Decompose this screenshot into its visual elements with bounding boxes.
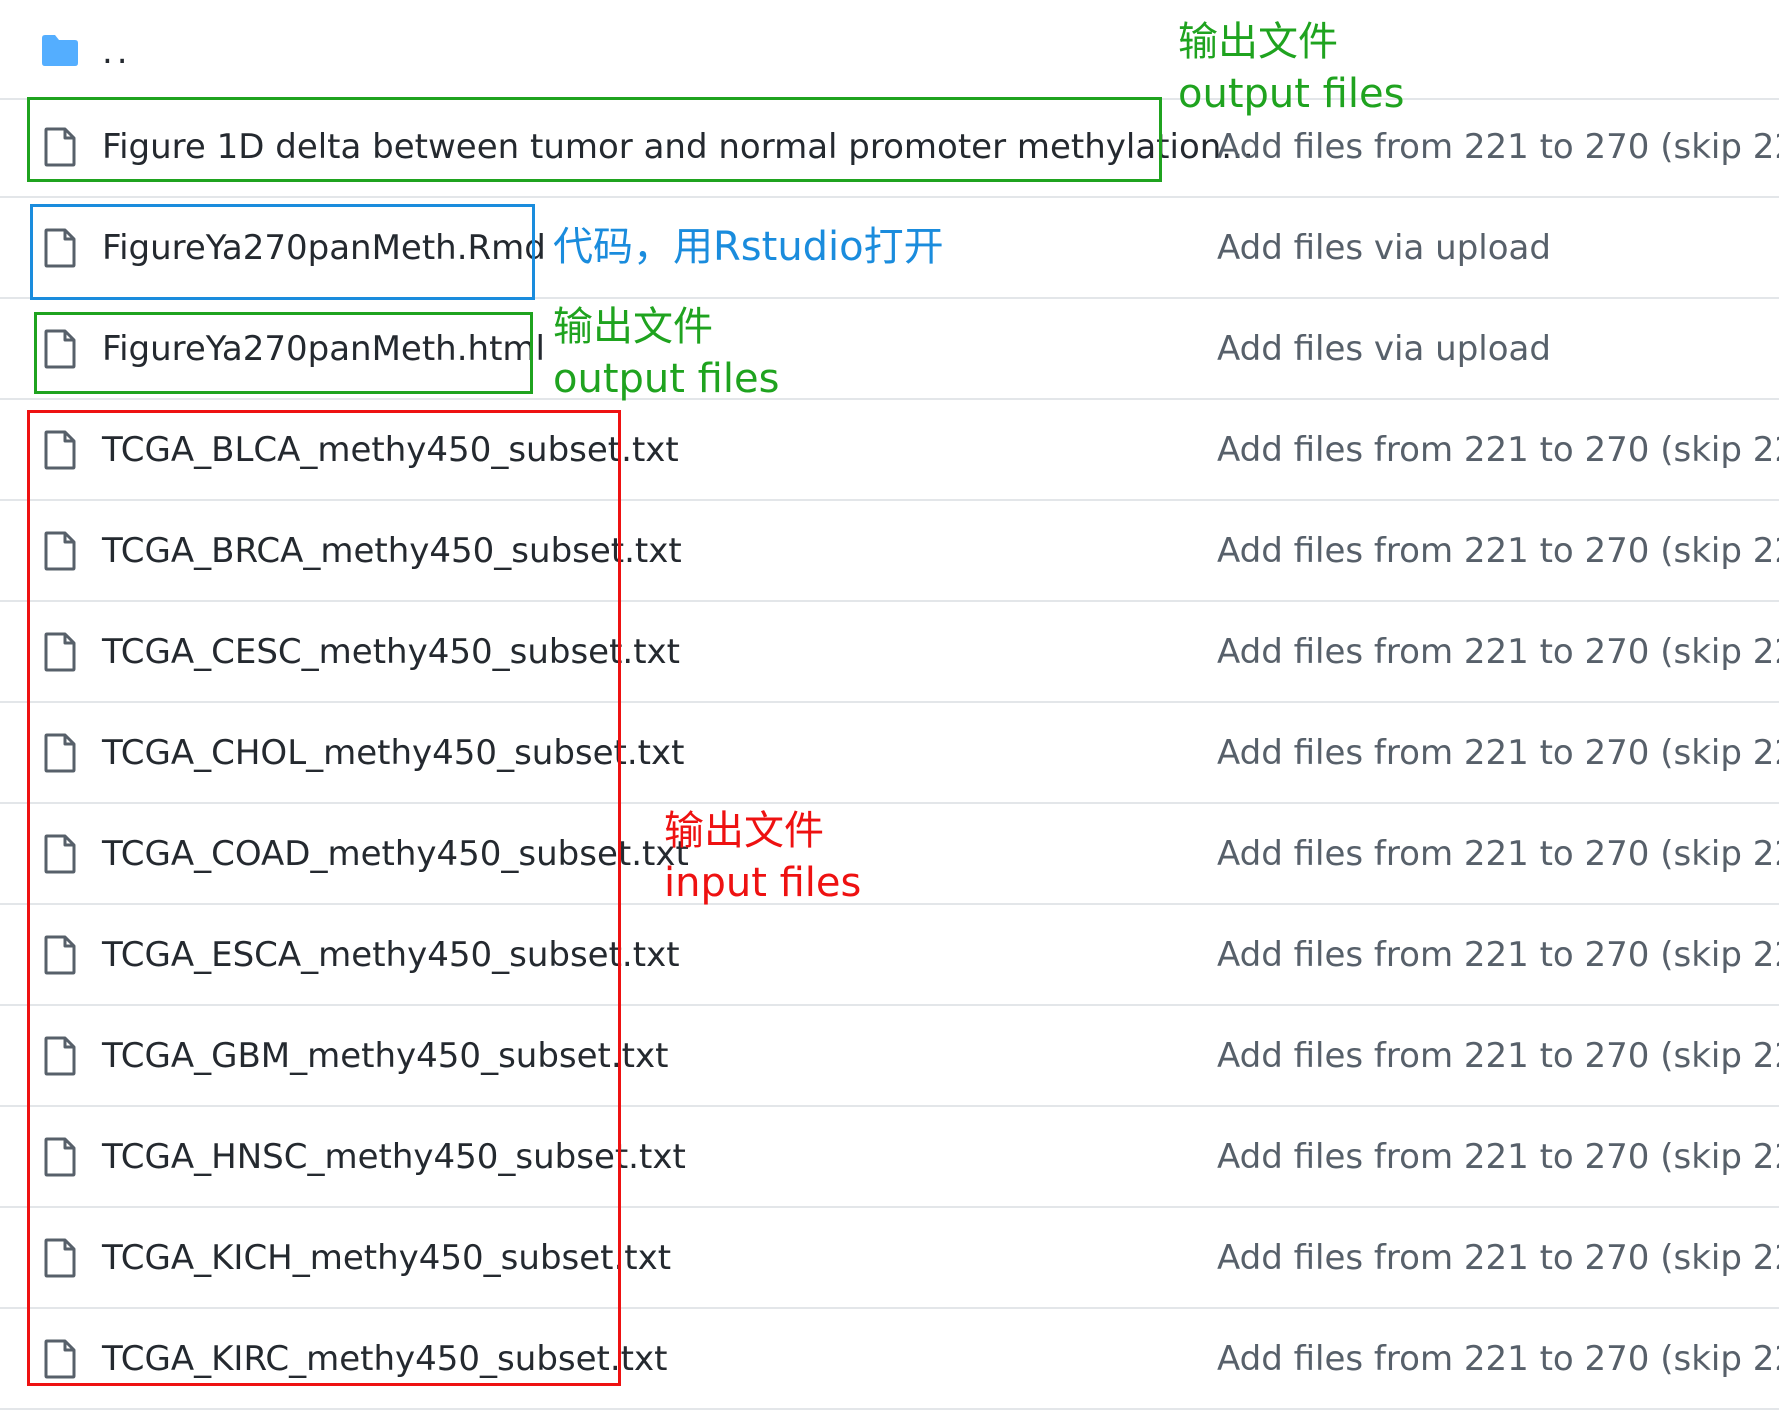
output-files-annotation-html: 输出文件 output files [553, 301, 779, 405]
commit-message-link[interactable]: Add files from 221 to 270 (skip 226) [1217, 1107, 1779, 1207]
commit-message-link[interactable]: Add files from 221 to 270 (skip 226) [1217, 804, 1779, 904]
output-files-annotation-top: 输出文件 output files [1178, 16, 1404, 120]
annotation-line-zh: 输出文件 [664, 808, 824, 854]
parent-directory-row[interactable]: .. [0, 0, 1779, 100]
input-files-highlight-box [27, 410, 621, 1386]
commit-message-link[interactable]: Add files from 221 to 270 (skip 226) [1217, 400, 1779, 500]
code-file-highlight-box [30, 204, 535, 300]
commit-message-link[interactable]: Add files via upload [1217, 198, 1551, 298]
output-pdf-highlight-box [27, 97, 1162, 182]
commit-message-link[interactable]: Add files from 221 to 270 (skip 226) [1217, 703, 1779, 803]
input-files-annotation: 输出文件 input files [664, 805, 861, 909]
commit-message-link[interactable]: Add files from 221 to 270 (skip 226) [1217, 1006, 1779, 1106]
output-html-highlight-box [34, 312, 533, 394]
annotation-line-en: output files [553, 356, 780, 402]
annotation-line-en: output files [1178, 71, 1405, 117]
commit-message-link[interactable]: Add files from 221 to 270 (skip 226) [1217, 602, 1779, 702]
commit-message-link[interactable]: Add files from 221 to 270 (skip 226) [1217, 905, 1779, 1005]
commit-message-link[interactable]: Add files from 221 to 270 (skip 226) [1217, 501, 1779, 601]
annotation-line-en: input files [664, 860, 862, 906]
commit-message-link[interactable]: Add files from 221 to 270 (skip 226) [1217, 1208, 1779, 1308]
parent-directory-link[interactable]: .. [102, 0, 132, 100]
annotation-line: 代码，用Rstudio打开 [553, 224, 944, 270]
commit-message-link[interactable]: Add files via upload [1217, 299, 1551, 399]
code-annotation: 代码，用Rstudio打开 [553, 221, 944, 273]
commit-message-link[interactable]: Add files from 221 to 270 (skip 226) [1217, 1309, 1779, 1409]
annotation-line-zh: 输出文件 [1178, 19, 1338, 65]
annotation-line-zh: 输出文件 [553, 304, 713, 350]
folder-icon [42, 35, 78, 66]
